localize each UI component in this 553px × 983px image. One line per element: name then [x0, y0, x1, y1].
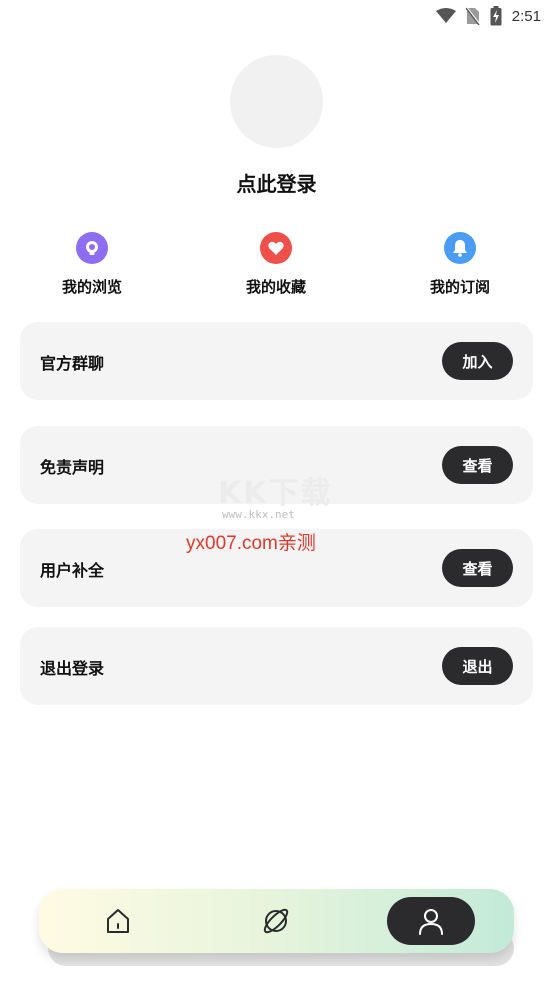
tab-home[interactable]: [83, 889, 153, 953]
menu-card-title: 官方群聊: [40, 354, 105, 373]
user-icon: [419, 909, 443, 935]
watermark-url: www.kkx.net: [222, 508, 295, 521]
quick-action-label: 我的浏览: [61, 278, 122, 296]
menu-card-title: 退出登录: [40, 659, 105, 678]
logout-button[interactable]: 退出: [442, 647, 513, 685]
watermark-brand: KK下载: [218, 476, 333, 511]
quick-action-label: 我的订阅: [429, 278, 490, 296]
status-bar: 2:51: [0, 0, 553, 32]
wifi-icon: [435, 8, 456, 23]
no-sim-icon: [465, 7, 480, 25]
quick-action-label: 我的收藏: [245, 278, 306, 296]
join-button[interactable]: 加入: [442, 342, 513, 380]
menu-card-title: 用户补全: [40, 561, 105, 580]
battery-charging-icon: [490, 6, 502, 26]
bottom-tab-bar: [39, 889, 514, 953]
quick-action-history[interactable]: 我的浏览: [32, 232, 152, 297]
history-icon: [76, 232, 108, 264]
menu-card-title: 免责声明: [40, 458, 105, 477]
promo-text: yx007.com亲测: [186, 533, 316, 554]
tab-profile[interactable]: [387, 897, 475, 945]
status-time: 2:51: [511, 7, 541, 25]
login-link[interactable]: 点此登录: [0, 168, 553, 197]
view-user-completion-button[interactable]: 查看: [442, 549, 513, 587]
heart-icon: [260, 232, 292, 264]
tab-discover[interactable]: [241, 889, 311, 953]
quick-action-subscriptions[interactable]: 我的订阅: [400, 232, 520, 297]
menu-card-official-group: 官方群聊 加入: [20, 322, 533, 400]
home-icon: [107, 909, 129, 933]
view-disclaimer-button[interactable]: 查看: [442, 446, 513, 484]
bell-icon: [444, 232, 476, 264]
avatar[interactable]: [230, 55, 323, 148]
quick-action-favorites[interactable]: 我的收藏: [216, 232, 336, 297]
menu-card-logout: 退出登录 退出: [20, 627, 533, 705]
planet-icon: [263, 908, 289, 934]
